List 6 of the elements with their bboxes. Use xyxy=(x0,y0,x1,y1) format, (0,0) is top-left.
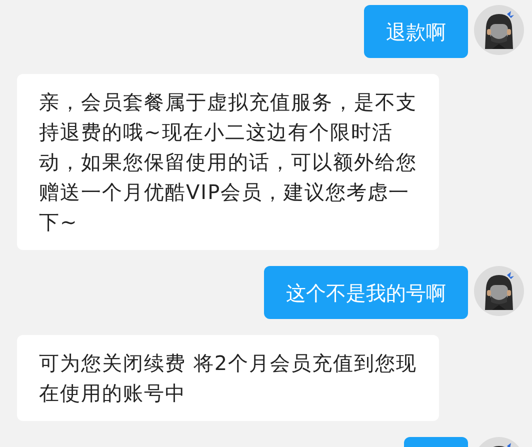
message-bubble: 这个不是我的号啊 xyxy=(264,266,468,319)
message-bubble: 亲，会员套餐属于虚拟充值服务，是不支持退费的哦~现在小二这边有个限时活动，如果您保留使用的话，可以额外给您赠送一个月优酷VIP会员，建议您考虑一下~ xyxy=(17,74,439,250)
message-bubble: 可为您关闭续费 将2个月会员充值到您现在使用的账号中 xyxy=(17,335,439,421)
avatar-icon[interactable] xyxy=(474,266,524,316)
message-bubble: 退款啊 xyxy=(364,5,468,58)
avatar-icon[interactable] xyxy=(474,5,524,55)
